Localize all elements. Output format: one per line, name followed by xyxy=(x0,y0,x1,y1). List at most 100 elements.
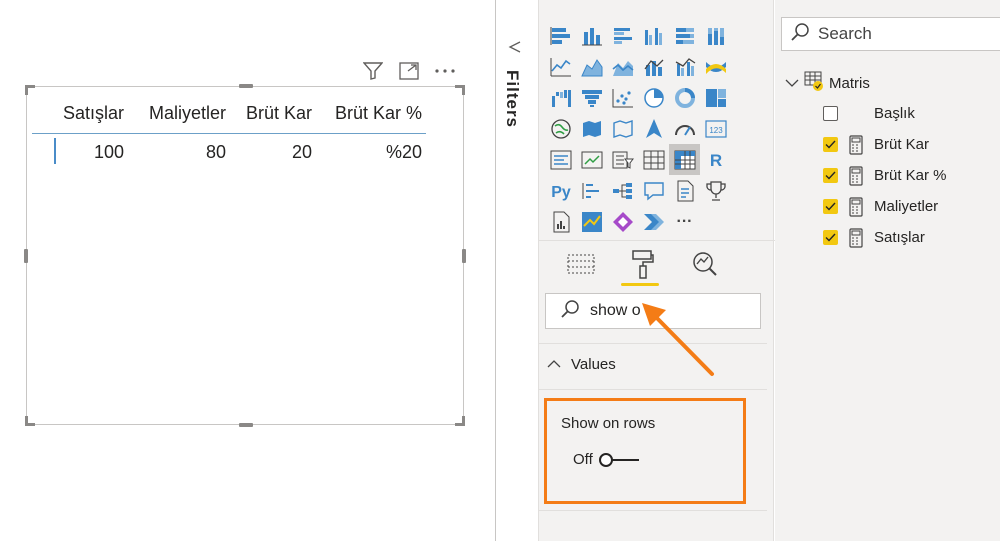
resize-handle[interactable] xyxy=(25,416,35,426)
field-label: Brüt Kar xyxy=(874,136,930,153)
list-item[interactable]: Maliyetler xyxy=(823,191,947,222)
filters-label[interactable]: Filters xyxy=(502,70,522,128)
more-options-icon[interactable] xyxy=(434,60,456,82)
field-checkbox[interactable] xyxy=(823,106,838,121)
arcgis-map-icon[interactable] xyxy=(576,206,607,237)
field-checkbox[interactable] xyxy=(823,230,838,245)
list-item[interactable]: Satışlar xyxy=(823,222,947,253)
azure-map-icon[interactable] xyxy=(638,113,669,144)
power-automate-icon[interactable] xyxy=(638,206,669,237)
clustered-column-chart-icon[interactable] xyxy=(638,20,669,51)
funnel-chart-icon[interactable] xyxy=(576,82,607,113)
field-checkbox[interactable] xyxy=(823,168,838,183)
column-header[interactable]: Maliyetler xyxy=(128,103,230,124)
list-item[interactable]: Brüt Kar % xyxy=(823,160,947,191)
resize-handle[interactable] xyxy=(455,416,465,426)
stacked-area-chart-icon[interactable] xyxy=(607,51,638,82)
resize-handle[interactable] xyxy=(239,423,253,427)
pie-chart-icon[interactable] xyxy=(638,82,669,113)
fields-tab[interactable] xyxy=(563,246,599,282)
decomposition-tree-icon[interactable] xyxy=(607,175,638,206)
field-checkbox[interactable] xyxy=(823,199,838,214)
visualization-tabs xyxy=(563,246,723,282)
card-icon[interactable]: 123 xyxy=(700,113,731,144)
value-cell: 20 xyxy=(291,141,312,162)
value-cell: %20 xyxy=(385,141,422,162)
filters-pane-collapsed[interactable]: Filters xyxy=(496,0,538,541)
power-apps-icon[interactable] xyxy=(607,206,638,237)
qa-visual-icon[interactable] xyxy=(638,175,669,206)
values-section-header[interactable]: Values xyxy=(547,356,616,373)
field-list: Başlık Brüt Kar Brüt Kar % Maliyetler Sa… xyxy=(823,98,947,253)
paginated-report-icon[interactable] xyxy=(545,206,576,237)
field-label: Brüt Kar % xyxy=(874,167,947,184)
kpi-icon[interactable] xyxy=(576,144,607,175)
list-item[interactable]: Brüt Kar xyxy=(823,129,947,160)
table-node-matris[interactable]: Matris xyxy=(785,70,870,96)
analytics-tab[interactable] xyxy=(687,246,723,282)
area-chart-icon[interactable] xyxy=(576,51,607,82)
clustered-bar-chart-icon[interactable] xyxy=(607,20,638,51)
slicer-icon[interactable] xyxy=(607,144,638,175)
chevron-down-icon[interactable] xyxy=(785,75,799,92)
filled-map-icon[interactable] xyxy=(576,113,607,144)
stacked-bar-chart-icon[interactable] xyxy=(545,20,576,51)
multi-row-card-icon[interactable] xyxy=(545,144,576,175)
waterfall-chart-icon[interactable] xyxy=(545,82,576,113)
field-label: Maliyetler xyxy=(874,198,939,215)
line-chart-icon[interactable] xyxy=(545,51,576,82)
column-header[interactable]: Brüt Kar % xyxy=(316,103,426,124)
100-stacked-column-chart-icon[interactable] xyxy=(700,20,731,51)
format-search-input[interactable]: show o xyxy=(545,293,761,329)
value-cell: 80 xyxy=(205,141,226,162)
resize-handle[interactable] xyxy=(24,249,28,263)
field-checkbox[interactable] xyxy=(823,137,838,152)
shape-map-icon[interactable] xyxy=(607,113,638,144)
table-name: Matris xyxy=(829,74,870,92)
toggle-switch[interactable] xyxy=(598,452,639,468)
map-icon[interactable] xyxy=(545,113,576,144)
table-icon xyxy=(803,70,825,96)
value-cell: 100 xyxy=(93,141,124,162)
treemap-icon[interactable] xyxy=(700,82,731,113)
active-tab-indicator xyxy=(621,283,659,286)
more-visuals-icon[interactable]: ··· xyxy=(669,206,700,237)
r-script-visual-icon[interactable]: R xyxy=(700,144,731,175)
column-header[interactable]: Brüt Kar xyxy=(230,103,316,124)
table-row: 100 80 20 %20 xyxy=(32,134,426,170)
focus-mode-icon[interactable] xyxy=(398,60,420,82)
format-tab[interactable] xyxy=(625,246,661,282)
resize-handle[interactable] xyxy=(455,85,465,95)
line-and-stacked-column-icon[interactable] xyxy=(638,51,669,82)
smart-narrative-icon[interactable] xyxy=(669,175,700,206)
expand-chevron-icon[interactable] xyxy=(508,40,522,59)
calculator-icon xyxy=(848,165,864,186)
scatter-chart-icon[interactable] xyxy=(607,82,638,113)
resize-handle[interactable] xyxy=(462,249,466,263)
key-influencers-icon[interactable] xyxy=(576,175,607,206)
divider xyxy=(539,240,775,241)
matrix-icon[interactable] xyxy=(669,144,700,175)
line-and-clustered-column-icon[interactable] xyxy=(669,51,700,82)
list-item[interactable]: Başlık xyxy=(823,98,947,129)
svg-text:Py: Py xyxy=(551,184,571,201)
ribbon-chart-icon[interactable] xyxy=(700,51,731,82)
search-icon xyxy=(790,22,810,47)
stacked-column-chart-icon[interactable] xyxy=(576,20,607,51)
gauge-icon[interactable] xyxy=(669,113,700,144)
calculator-icon xyxy=(848,134,864,155)
fields-pane: Search Matris Başlık Brüt Kar Brüt Kar % xyxy=(775,0,1000,541)
filter-icon[interactable] xyxy=(362,60,384,82)
trophy-icon[interactable] xyxy=(700,175,731,206)
donut-chart-icon[interactable] xyxy=(669,82,700,113)
python-visual-icon[interactable]: Py xyxy=(545,175,576,206)
fields-search-input[interactable]: Search xyxy=(781,17,1000,51)
column-header[interactable]: Satışlar xyxy=(32,103,128,124)
100-stacked-bar-chart-icon[interactable] xyxy=(669,20,700,51)
table-icon[interactable] xyxy=(638,144,669,175)
divider xyxy=(539,389,767,390)
svg-text:R: R xyxy=(709,151,721,170)
resize-handle[interactable] xyxy=(239,84,253,88)
search-placeholder: Search xyxy=(818,24,872,43)
show-on-rows-toggle[interactable]: Off xyxy=(573,451,639,468)
